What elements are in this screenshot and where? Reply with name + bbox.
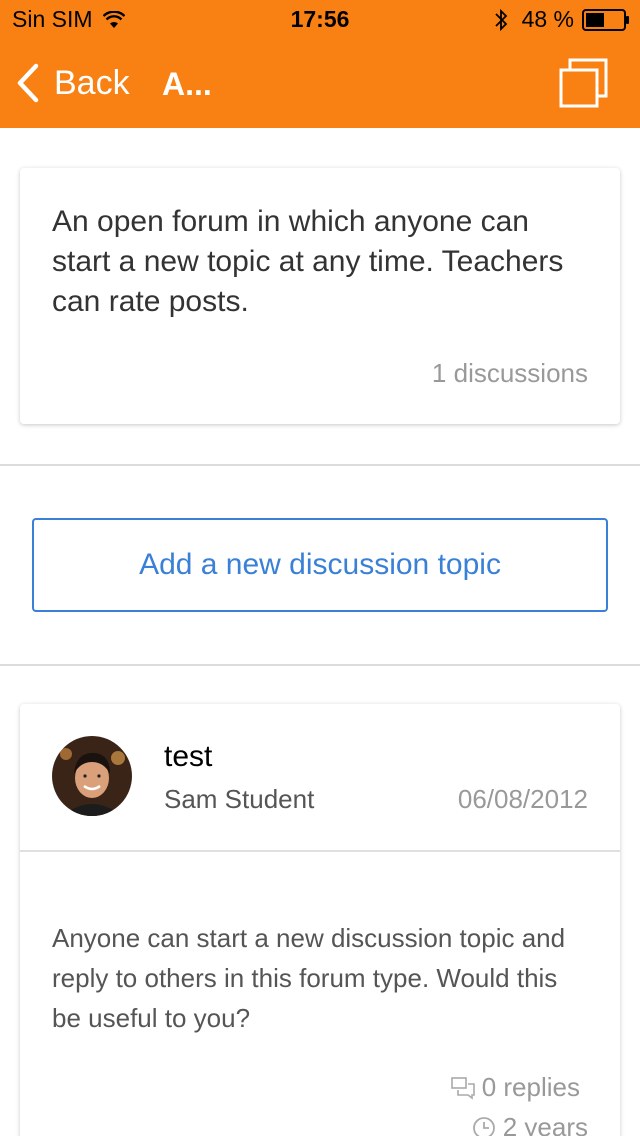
discussion-age: 2 years (471, 1112, 588, 1136)
discussion-card[interactable]: test Sam Student 06/08/2012 Anyone can s… (20, 704, 620, 1136)
status-right: 48 % (494, 6, 630, 33)
clock-icon (472, 1116, 495, 1136)
divider (0, 464, 640, 466)
divider (0, 664, 640, 666)
top-bar: Sin SIM 17:56 48 % Back A... (0, 0, 640, 128)
battery-percent: 48 % (521, 6, 574, 32)
discussion-title: test (164, 740, 213, 773)
reply-count: 0 replies (450, 1072, 580, 1103)
forum-description: An open forum in which anyone can start … (52, 205, 564, 318)
avatar (52, 736, 132, 816)
user-photo (52, 736, 132, 816)
status-bar: Sin SIM 17:56 48 % (0, 0, 640, 40)
nav-bar: Back A... (0, 40, 640, 128)
discussion-message: Anyone can start a new discussion topic … (52, 923, 566, 1033)
discussion-author: Sam Student (164, 784, 315, 814)
chevron-left-icon (17, 63, 39, 103)
discussion-date: 06/08/2012 (457, 784, 588, 814)
discussion-header: test Sam Student 06/08/2012 (20, 704, 620, 852)
add-discussion-button[interactable]: Add a new discussion topic (32, 518, 608, 612)
copy-icon (559, 58, 608, 108)
discussion-age-label: 2 years (502, 1112, 588, 1136)
comments-icon (450, 1076, 475, 1100)
back-button[interactable]: Back (16, 60, 130, 106)
discussion-count: 1 discussions (431, 358, 588, 388)
copy-button[interactable] (558, 58, 610, 110)
reply-count-label: 0 replies (481, 1072, 580, 1102)
battery-icon (582, 8, 629, 31)
back-label: Back (54, 63, 130, 102)
bluetooth-icon (494, 8, 507, 31)
page-title: A... (162, 66, 212, 102)
forum-intro-card: An open forum in which anyone can start … (20, 168, 620, 424)
